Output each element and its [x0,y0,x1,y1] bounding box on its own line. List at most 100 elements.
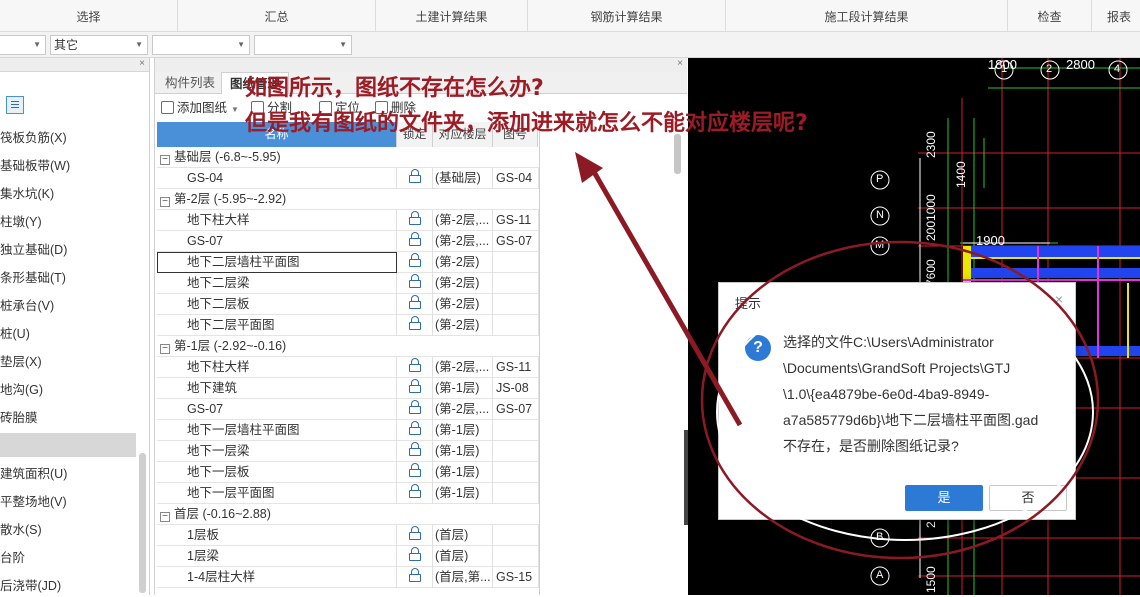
code-cell[interactable]: GS-04 [493,168,539,189]
floor-cell[interactable]: (第-2层) [433,273,493,294]
floor-group-row[interactable]: − 第-1层 (-2.92~-0.16) [157,336,539,357]
lock-cell[interactable] [397,252,433,273]
floor-cell[interactable]: (第-1层) [433,420,493,441]
floor-cell[interactable]: (第-1层) [433,378,493,399]
lock-cell[interactable] [397,399,433,420]
add-drawing-button[interactable]: 添加图纸 ▼ [161,99,239,117]
lock-icon[interactable] [408,547,421,562]
ribbon-group-section-results[interactable]: 施工段计算结果 [726,0,1008,32]
lock-cell[interactable] [397,168,433,189]
code-cell[interactable]: GS-07 [493,399,539,420]
lock-cell[interactable] [397,420,433,441]
drawing-name-cell[interactable]: 地下柱大样 [157,357,397,378]
drawing-name-cell[interactable]: 地下一层平面图 [157,483,397,504]
lock-icon[interactable] [408,316,421,331]
code-cell[interactable] [493,483,539,504]
drawing-name-cell[interactable]: − 第-2层 (-5.95~-2.92) [157,189,397,210]
drawing-name-cell[interactable]: 地下柱大样 [157,210,397,231]
tree-item[interactable]: 建筑面积(U) [0,463,67,485]
lock-icon[interactable] [408,379,421,394]
close-icon[interactable]: × [139,58,145,69]
drawing-name-cell[interactable]: 1-4层柱大样 [157,567,397,588]
category-select-4[interactable]: ▼ [254,35,352,55]
code-cell[interactable] [493,546,539,567]
drawing-name-cell[interactable]: 地下一层梁 [157,441,397,462]
drawing-name-cell[interactable]: 地下二层梁 [157,273,397,294]
tree-item[interactable]: 集水坑(K) [0,183,54,205]
lock-icon[interactable] [408,421,421,436]
table-row[interactable]: 地下二层板 (第-2层) [157,294,539,315]
drawing-name-cell[interactable]: GS-04 [157,168,397,189]
lock-cell[interactable] [397,483,433,504]
tree-item[interactable]: 基础板带(W) [0,155,70,177]
drawing-name-cell[interactable]: GS-07 [157,231,397,252]
lock-cell[interactable] [397,378,433,399]
collapse-icon[interactable]: − [160,197,170,207]
code-cell[interactable]: GS-11 [493,210,539,231]
floor-cell[interactable]: (首层) [433,546,493,567]
lock-cell[interactable] [397,441,433,462]
tree-item[interactable]: 砖胎膜 [0,407,38,429]
lock-icon[interactable] [408,400,421,415]
drawing-name-cell[interactable]: 地下二层板 [157,294,397,315]
tree-item[interactable]: 平整场地(V) [0,491,67,513]
table-row[interactable]: 地下二层平面图 (第-2层) [157,315,539,336]
floor-cell[interactable]: (第-1层) [433,483,493,504]
selected-tree-item[interactable] [0,433,136,457]
code-cell[interactable] [493,525,539,546]
drawing-name-cell[interactable]: 地下二层墙柱平面图 [157,252,397,273]
table-row[interactable]: 地下一层梁 (第-1层) [157,441,539,462]
lock-icon[interactable] [408,232,421,247]
code-cell[interactable]: GS-15 [493,567,539,588]
floor-cell[interactable]: (第-2层,... [433,357,493,378]
lock-icon[interactable] [408,169,421,184]
category-select-2[interactable]: 其它 ▼ [50,35,148,55]
floor-cell[interactable]: (第-2层,... [433,210,493,231]
tree-item[interactable]: 条形基础(T) [0,267,66,289]
floor-group-row[interactable]: − 首层 (-0.16~2.88) [157,504,539,525]
floor-group-row[interactable]: − 基础层 (-6.8~-5.95) [157,147,539,168]
lock-icon[interactable] [408,274,421,289]
yes-button[interactable]: 是 [905,485,983,511]
collapse-icon[interactable]: − [160,155,170,165]
drawing-name-cell[interactable]: 1层梁 [157,546,397,567]
lock-icon[interactable] [408,295,421,310]
floor-cell[interactable]: (基础层) [433,168,493,189]
lock-icon[interactable] [408,463,421,478]
drawing-name-cell[interactable]: 地下一层板 [157,462,397,483]
lock-icon[interactable] [408,253,421,268]
drawing-name-cell[interactable]: GS-07 [157,399,397,420]
floor-cell[interactable]: (第-2层) [433,315,493,336]
ribbon-group-report[interactable]: 报表 [1092,0,1140,32]
table-row[interactable]: 地下一层板 (第-1层) [157,462,539,483]
table-row[interactable]: 地下柱大样 (第-2层,... GS-11 [157,210,539,231]
table-row[interactable]: 1层板 (首层) [157,525,539,546]
code-cell[interactable] [493,441,539,462]
table-row[interactable]: 地下建筑 (第-1层) JS-08 [157,378,539,399]
code-cell[interactable] [493,273,539,294]
code-cell[interactable] [493,294,539,315]
lock-cell[interactable] [397,462,433,483]
code-cell[interactable] [493,462,539,483]
lock-icon[interactable] [408,442,421,457]
collapse-icon[interactable]: − [160,344,170,354]
ribbon-group-rebar-results[interactable]: 钢筋计算结果 [528,0,726,32]
tree-item[interactable]: 台阶 [0,547,25,569]
lock-cell[interactable] [397,525,433,546]
lock-icon[interactable] [408,568,421,583]
no-button[interactable]: 否 [989,485,1067,511]
ribbon-group-select[interactable]: 选择 [0,0,178,32]
tree-item[interactable]: 柱墩(Y) [0,211,42,233]
table-row[interactable]: GS-07 (第-2层,... GS-07 [157,231,539,252]
drawing-name-cell[interactable]: − 第-1层 (-2.92~-0.16) [157,336,397,357]
floor-cell[interactable]: (第-2层,... [433,399,493,420]
table-row[interactable]: 地下二层墙柱平面图 (第-2层) [157,252,539,273]
drawing-name-cell[interactable]: 1层板 [157,525,397,546]
tree-item[interactable]: 筏板负筋(X) [0,127,67,149]
code-cell[interactable]: GS-07 [493,231,539,252]
table-row[interactable]: GS-04 (基础层) GS-04 [157,168,539,189]
floor-cell[interactable]: (第-1层) [433,441,493,462]
code-cell[interactable]: JS-08 [493,378,539,399]
drawing-name-cell[interactable]: 地下建筑 [157,378,397,399]
mid-scrollbar[interactable] [674,134,681,174]
